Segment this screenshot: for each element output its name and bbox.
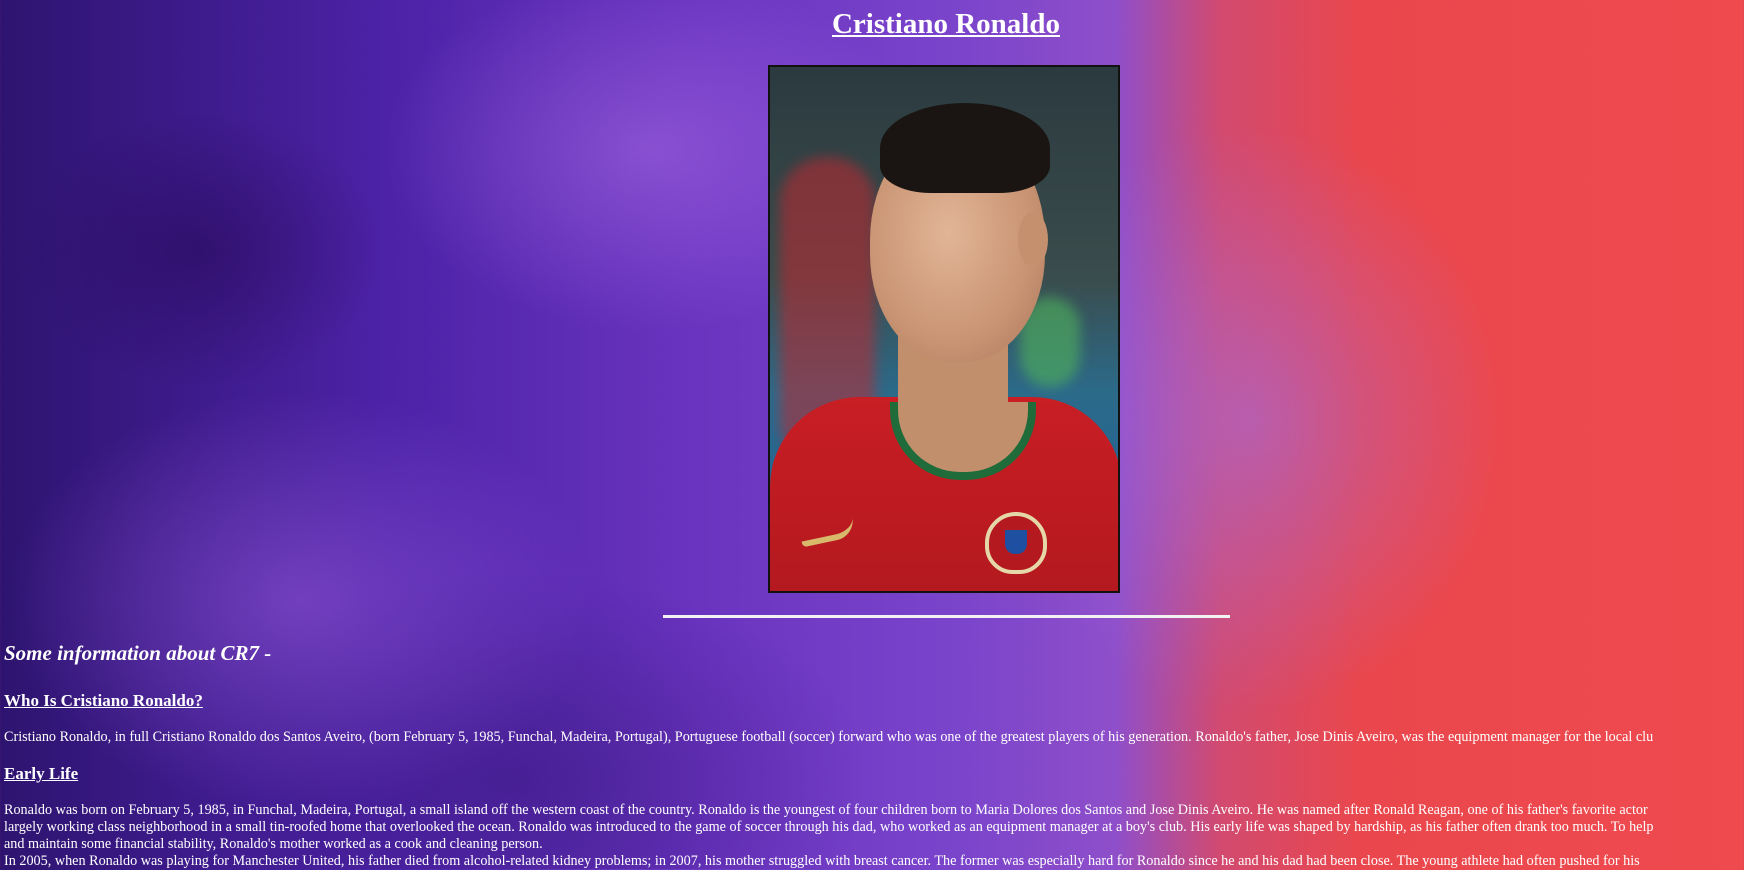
horizontal-rule — [663, 615, 1230, 618]
hair-shape — [880, 103, 1050, 193]
ear-shape — [1018, 212, 1048, 267]
paragraph-line: Ronaldo was born on February 5, 1985, in… — [4, 802, 1648, 818]
section-heading-early-life: Early Life — [4, 764, 79, 783]
ronaldo-portrait-image — [768, 65, 1120, 593]
paragraph-line: largely working class neighborhood in a … — [4, 819, 1654, 835]
paragraph-line: and maintain some financial stability, R… — [4, 836, 543, 852]
paragraph-line: In 2005, when Ronaldo was playing for Ma… — [4, 853, 1640, 869]
paragraph-line: Cristiano Ronaldo, in full Cristiano Ron… — [4, 729, 1654, 745]
intro-heading: Some information about CR7 - — [4, 641, 272, 665]
section-heading-who: Who Is Cristiano Ronaldo? — [4, 691, 203, 710]
page-title: Cristiano Ronaldo — [831, 8, 1060, 40]
portugal-crest-icon — [985, 512, 1047, 574]
